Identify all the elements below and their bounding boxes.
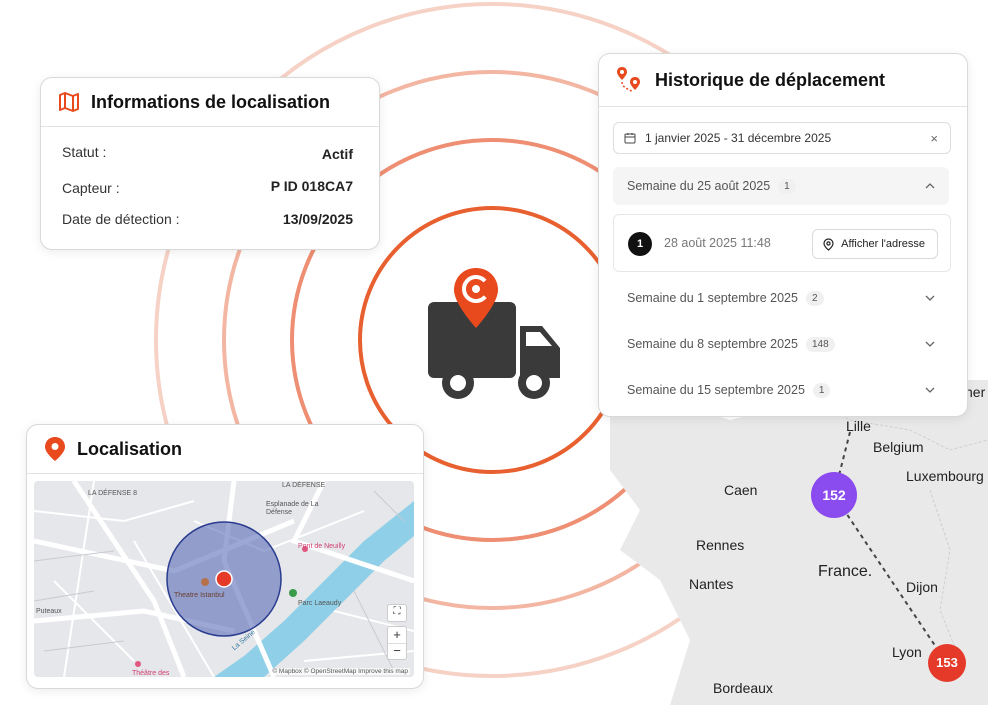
zoom-control: + − (387, 626, 407, 660)
week-label: Semaine du 8 septembre 2025 (627, 337, 798, 351)
city-nantes: Nantes (689, 576, 734, 592)
info-card-title: Informations de localisation (91, 91, 331, 112)
sensor-value: P ID 018CA7 (270, 178, 353, 194)
info-row-status: Statut : Actif (41, 144, 379, 162)
detection-date-value: 13/09/2025 (282, 211, 353, 227)
map-label-puteaux: Puteaux (36, 608, 62, 615)
chevron-down-icon (925, 295, 935, 301)
show-address-label: Afficher l'adresse (841, 238, 925, 250)
date-range-value: 1 janvier 2025 - 31 décembre 2025 (645, 131, 832, 145)
week-row-1[interactable]: Semaine du 25 août 2025 1 (613, 167, 949, 205)
week-row-4[interactable]: Semaine du 15 septembre 2025 1 (613, 371, 949, 409)
show-address-button[interactable]: Afficher l'adresse (812, 229, 938, 259)
map-streets (34, 481, 414, 677)
date-range-filter[interactable]: 1 janvier 2025 - 31 décembre 2025 × (613, 122, 951, 154)
map-label-theatre: Théâtre des (132, 670, 170, 677)
map-label-pont: Pont de Neuilly (298, 543, 346, 550)
chevron-up-icon (925, 183, 935, 189)
week-label: Semaine du 25 août 2025 (627, 179, 771, 193)
chevron-down-icon (925, 387, 935, 393)
week-count-badge: 1 (778, 178, 796, 194)
location-entry: 1 28 août 2025 11:48 Afficher l'adresse (613, 214, 951, 272)
city-caen: Caen (724, 482, 758, 498)
week-label: Semaine du 15 septembre 2025 (627, 383, 805, 397)
map-label-poi: Theatre Istanbul (174, 592, 225, 599)
info-row-sensor: Capteur : P ID 018CA7 (41, 178, 379, 196)
week-row-3[interactable]: Semaine du 8 septembre 2025 148 (613, 325, 949, 363)
map-label-defense: LA DÉFENSE 8 (88, 490, 138, 497)
city-france: France. (818, 563, 873, 580)
calendar-icon (624, 133, 636, 144)
city-lille: Lille (846, 418, 871, 434)
city-rennes: Rennes (696, 537, 745, 553)
zoom-in-button[interactable]: + (388, 627, 406, 644)
status-label: Statut : (62, 144, 107, 160)
city-lyon: Lyon (892, 644, 922, 660)
week-label: Semaine du 1 septembre 2025 (627, 291, 798, 305)
entry-index: 1 (628, 232, 652, 256)
week-count-badge: 148 (805, 336, 835, 352)
week-count-badge: 1 (812, 382, 831, 398)
pin-outline-icon (823, 237, 834, 251)
status-value: Actif (321, 146, 353, 162)
cluster-marker-153[interactable]: 153 (928, 644, 966, 682)
entry-time: 28 août 2025 11:48 (664, 236, 771, 250)
truck-illustration (424, 266, 564, 406)
route-pin-icon (617, 67, 640, 93)
info-row-detection-date: Date de détection : 13/09/2025 (41, 211, 379, 227)
info-card: Informations de localisation Statut : Ac… (40, 77, 380, 250)
location-pin-icon (45, 437, 65, 461)
week-row-2[interactable]: Semaine du 1 septembre 2025 2 (613, 279, 949, 317)
localisation-card: Localisation LA DÉFENSE 8 LA DÉFENSE Esp… (26, 424, 424, 689)
map-icon (59, 92, 79, 112)
fullscreen-icon: ⛶ (393, 606, 401, 617)
localisation-card-title: Localisation (77, 438, 183, 459)
zoom-out-button[interactable]: − (388, 644, 406, 659)
location-map[interactable]: LA DÉFENSE 8 LA DÉFENSE Esplanade de La … (34, 481, 414, 677)
city-dijon: Dijon (906, 579, 938, 595)
map-label-parc: Parc Laeaudy (298, 600, 342, 607)
city-bordeaux: Bordeaux (713, 680, 773, 696)
europe-map[interactable]: Lille Belgium Luxembourg her Caen Rennes… (610, 380, 988, 705)
history-card-title: Historique de déplacement (655, 69, 886, 90)
tracker-pin-icon (454, 268, 498, 328)
city-partial: her (965, 384, 986, 400)
detection-date-label: Date de détection : (62, 211, 180, 227)
map-label-esplanade: Esplanade de La Défense (266, 501, 319, 516)
fullscreen-button[interactable]: ⛶ (387, 604, 407, 622)
cluster-marker-152[interactable]: 152 (811, 472, 857, 518)
map-label-defense2: LA DÉFENSE (282, 482, 326, 489)
history-card: Historique de déplacement 1 janvier 2025… (598, 53, 968, 417)
city-luxembourg: Luxembourg (906, 468, 984, 484)
chevron-down-icon (925, 341, 935, 347)
sensor-label: Capteur : (62, 180, 120, 196)
map-attribution[interactable]: © Mapbox © OpenStreetMap Improve this ma… (270, 668, 410, 675)
clear-date-icon[interactable]: × (930, 131, 938, 146)
week-count-badge: 2 (805, 290, 824, 306)
city-belgium: Belgium (873, 439, 924, 455)
